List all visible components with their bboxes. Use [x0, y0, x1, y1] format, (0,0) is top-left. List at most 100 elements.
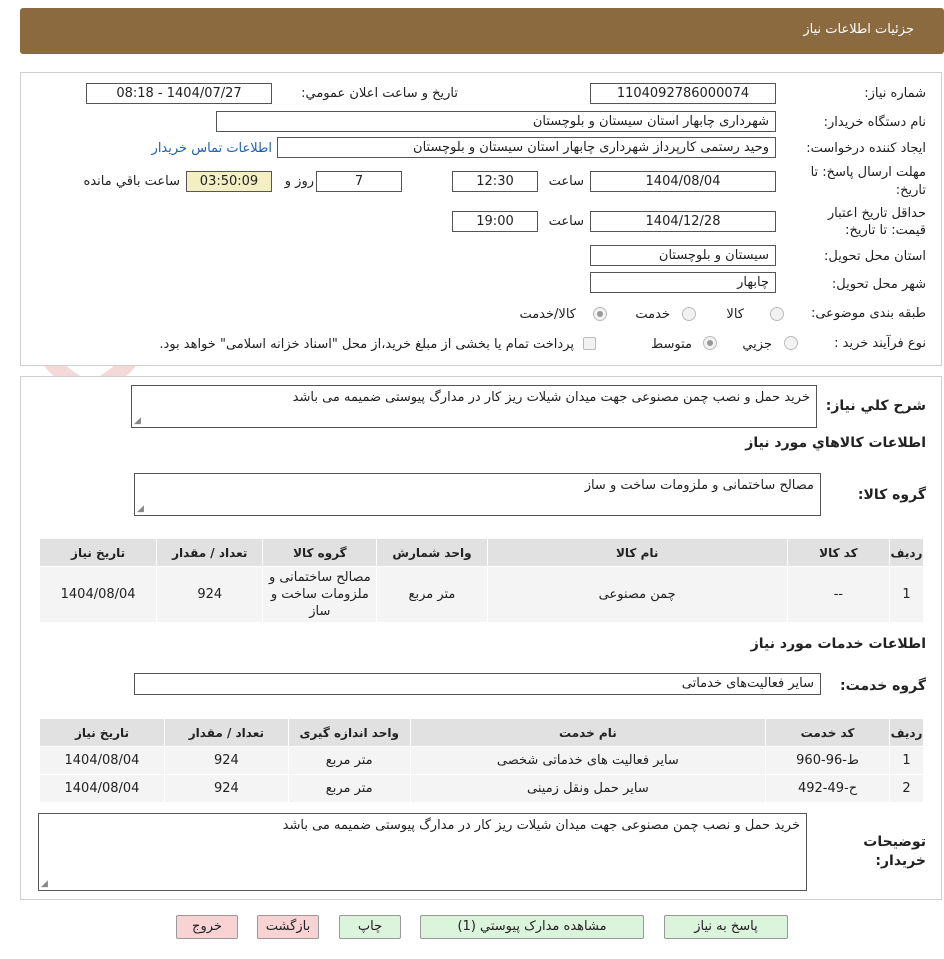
goods-col-date: تاريخ نياز: [38, 538, 158, 567]
reply-button[interactable]: پاسخ به نياز: [664, 915, 788, 939]
services-cell-row: 2: [889, 774, 924, 803]
validity-date-field: 1404/12/28: [590, 211, 776, 232]
announce-label: تاریخ و ساعت اعلان عمومي:: [301, 86, 458, 101]
services-cell-code: ح-49-492: [765, 774, 891, 803]
deadline-time-label: ساعت: [548, 174, 584, 189]
deadline-date-field: 1404/08/04: [590, 171, 776, 192]
requester-field: وحید رستمی کارپرداز شهرداری چابهار استان…: [277, 137, 776, 158]
exit-button[interactable]: خروج: [176, 915, 238, 939]
need-number-field: 1104092786000074: [590, 83, 776, 104]
goods-cell-group: مصالح ساختمانی و ملزومات ساخت و ساز: [262, 566, 378, 623]
category-label: طبقه بندی موضوعی:: [810, 306, 926, 321]
deadline-time-field: 12:30: [452, 171, 538, 192]
goods-col-code: کد کالا: [786, 538, 890, 567]
goods-section-title: اطلاعات کالاهاي مورد نياز: [745, 435, 926, 451]
remaining-label: ساعت باقي مانده: [83, 174, 180, 189]
payment-note: پرداخت تمام يا بخشی از مبلغ خريد،از محل …: [159, 337, 574, 352]
buyer-notes-label-1: توضيحات: [863, 834, 926, 850]
category-option-goods: کالا: [726, 307, 744, 322]
services-col-unit: واحد اندازه گيری: [287, 718, 411, 747]
services-col-name: نام خدمت: [409, 718, 767, 747]
process-radio-minor[interactable]: [784, 336, 798, 350]
city-label: شهر محل تحويل:: [831, 277, 926, 292]
goods-col-group: گروه کالا: [262, 538, 378, 567]
services-table: رديف کد خدمت نام خدمت واحد اندازه گيری ت…: [39, 718, 924, 803]
services-cell-row: 1: [889, 746, 924, 775]
treasury-payment-checkbox[interactable]: [583, 337, 596, 350]
process-label: نوع فرآيند خريد :: [834, 336, 926, 351]
category-option-goods-service: کالا/خدمت: [519, 307, 576, 322]
goods-group-text: مصالح ساختمانی و ملزومات ساخت و ساز: [584, 478, 814, 493]
services-cell-qty: 924: [163, 746, 289, 775]
goods-col-unit: واحد شمارش: [376, 538, 488, 567]
validity-time-label: ساعت: [548, 214, 584, 229]
goods-col-name: نام کالا: [486, 538, 788, 567]
services-cell-name: سایر حمل ونقل زمینی: [409, 774, 767, 803]
buyer-contact-link[interactable]: اطلاعات تماس خریدار: [152, 141, 272, 156]
services-col-row: رديف: [889, 718, 924, 747]
resize-grip-icon[interactable]: ◢: [41, 879, 48, 889]
buyer-notes-text: خرید حمل و نصب چمن مصنوعی جهت میدان شیلا…: [282, 818, 800, 833]
goods-group-textarea[interactable]: مصالح ساختمانی و ملزومات ساخت و ساز ◢: [134, 473, 821, 516]
process-radio-medium[interactable]: [703, 336, 717, 350]
category-radio-goods[interactable]: [770, 307, 784, 321]
services-cell-unit: متر مربع: [287, 746, 411, 775]
province-label: استان محل تحويل:: [824, 249, 926, 264]
services-group-label: گروه خدمت:: [840, 678, 926, 694]
goods-group-label: گروه کالا:: [857, 487, 926, 503]
goods-cell-unit: متر مربع: [376, 566, 488, 623]
days-field: 7: [316, 171, 402, 192]
table-row: 2 ح-49-492 سایر حمل ونقل زمینی متر مربع …: [39, 774, 924, 803]
resize-grip-icon[interactable]: ◢: [134, 416, 141, 426]
services-table-header: رديف کد خدمت نام خدمت واحد اندازه گيری ت…: [39, 718, 924, 747]
goods-table: رديف کد کالا نام کالا واحد شمارش گروه کا…: [38, 538, 925, 623]
deadline-label-1: مهلت ارسال پاسخ: تا: [810, 165, 926, 180]
summary-textarea[interactable]: خرید حمل و نصب چمن مصنوعی جهت میدان شیلا…: [131, 385, 817, 428]
category-radio-service[interactable]: [682, 307, 696, 321]
goods-col-row: رديف: [888, 538, 925, 567]
services-cell-unit: متر مربع: [287, 774, 411, 803]
category-radio-goods-service[interactable]: [593, 307, 607, 321]
announce-field: 1404/07/27 - 08:18: [86, 83, 272, 104]
need-number-label: شماره نیاز:: [864, 86, 926, 101]
page-header: جزئیات اطلاعات نیاز: [20, 8, 944, 54]
process-option-minor: جزيي: [742, 337, 772, 352]
services-section-title: اطلاعات خدمات مورد نياز: [750, 636, 926, 652]
page-title: جزئیات اطلاعات نیاز: [803, 22, 914, 37]
services-cell-qty: 924: [163, 774, 289, 803]
goods-cell-date: 1404/08/04: [38, 566, 158, 623]
services-col-date: تاريخ نياز: [39, 718, 165, 747]
services-cell-name: سایر فعالیت های خدماتی شخصی: [409, 746, 767, 775]
buyer-notes-textarea[interactable]: خرید حمل و نصب چمن مصنوعی جهت میدان شیلا…: [38, 813, 807, 891]
summary-label: شرح کلي نياز:: [825, 398, 926, 414]
services-col-code: کد خدمت: [765, 718, 891, 747]
goods-cell-code: --: [786, 566, 890, 623]
buyer-org-field: شهرداری چابهار استان سیستان و بلوچستان: [216, 111, 776, 132]
buyer-org-label: نام دستگاه خريدار:: [823, 115, 926, 130]
validity-label-2: قيمت: تا تاريخ:: [845, 223, 926, 238]
view-attachments-button[interactable]: مشاهده مدارک پيوستي (1): [420, 915, 644, 939]
resize-grip-icon[interactable]: ◢: [137, 504, 144, 514]
city-field: چابهار: [590, 272, 776, 293]
services-group-field: سایر فعالیت‌های خدماتی: [134, 673, 821, 695]
goods-cell-name: چمن مصنوعی: [486, 566, 788, 623]
deadline-label-2: تاریخ:: [895, 183, 926, 198]
validity-time-field: 19:00: [452, 211, 538, 232]
goods-cell-row: 1: [888, 566, 925, 623]
services-cell-code: ط-96-960: [765, 746, 891, 775]
services-cell-date: 1404/08/04: [39, 746, 165, 775]
table-row: 1 -- چمن مصنوعی متر مربع مصالح ساختمانی …: [38, 566, 925, 623]
requester-label: ايجاد کننده درخواست:: [806, 141, 926, 156]
validity-label-1: حداقل تاريخ اعتبار: [827, 206, 926, 221]
goods-table-header: رديف کد کالا نام کالا واحد شمارش گروه کا…: [38, 538, 925, 567]
remaining-time-field: 03:50:09: [186, 171, 272, 192]
province-field: سیستان و بلوچستان: [590, 245, 776, 266]
print-button[interactable]: چاپ: [339, 915, 401, 939]
table-row: 1 ط-96-960 سایر فعالیت های خدماتی شخصی م…: [39, 746, 924, 775]
back-button[interactable]: بازگشت: [257, 915, 319, 939]
summary-text: خرید حمل و نصب چمن مصنوعی جهت میدان شیلا…: [292, 390, 810, 405]
buyer-notes-label-2: خريدار:: [875, 853, 926, 869]
days-label: روز و: [284, 174, 314, 189]
process-option-medium: متوسط: [651, 337, 692, 352]
services-col-qty: تعداد / مقدار: [163, 718, 289, 747]
